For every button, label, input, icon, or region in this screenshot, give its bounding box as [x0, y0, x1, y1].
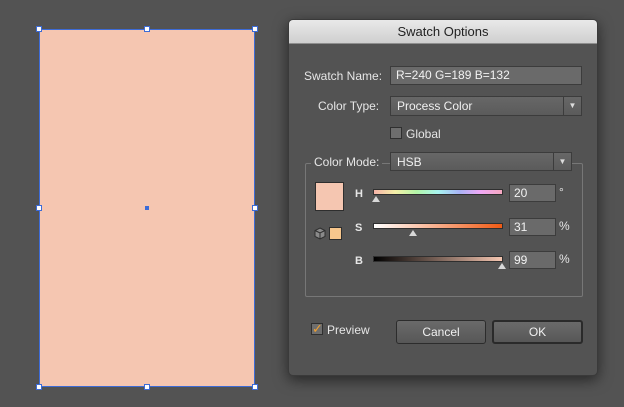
hue-slider-thumb[interactable] — [371, 196, 380, 202]
resize-handle-bottom-center[interactable] — [144, 384, 150, 390]
resize-handle-top-right[interactable] — [252, 26, 258, 32]
chevron-down-icon: ▼ — [553, 153, 571, 170]
global-checkbox[interactable] — [390, 127, 402, 139]
hue-slider-track[interactable] — [373, 189, 503, 195]
color-type-value: Process Color — [397, 99, 473, 113]
hue-unit: ° — [559, 185, 564, 199]
color-type-dropdown[interactable]: Process Color ▼ — [390, 96, 582, 116]
saturation-slider-track[interactable] — [373, 223, 503, 229]
color-mode-value: HSB — [397, 155, 422, 169]
dialog-title: Swatch Options — [289, 20, 597, 44]
saturation-slider-thumb[interactable] — [409, 230, 418, 236]
resize-handle-bottom-left[interactable] — [36, 384, 42, 390]
saturation-unit: % — [559, 219, 570, 233]
cancel-button[interactable]: Cancel — [396, 320, 486, 344]
checkmark-icon: ✓ — [312, 321, 323, 336]
shape-center-point — [145, 206, 149, 210]
swatch-options-dialog: Swatch Options Swatch Name: R=240 G=189 … — [288, 19, 598, 376]
brightness-slider-track[interactable] — [373, 256, 503, 262]
resize-handle-top-left[interactable] — [36, 26, 42, 32]
brightness-channel-label: B — [355, 255, 363, 267]
chevron-down-icon: ▼ — [563, 97, 581, 115]
brightness-slider-thumb[interactable] — [497, 263, 506, 269]
brightness-value-input[interactable]: 99 — [509, 251, 556, 269]
swatch-name-label: Swatch Name: — [304, 69, 383, 83]
preview-checkbox[interactable]: ✓ — [311, 321, 323, 336]
ok-button[interactable]: OK — [492, 320, 583, 344]
saturation-value-input[interactable]: 31 — [509, 218, 556, 236]
preview-label: Preview — [327, 323, 370, 337]
resize-handle-middle-right[interactable] — [252, 205, 258, 211]
color-mode-dropdown[interactable]: HSB ▼ — [390, 152, 572, 171]
resize-handle-bottom-right[interactable] — [252, 384, 258, 390]
saturation-channel-label: S — [355, 222, 363, 234]
color-preview-swatch — [315, 182, 344, 211]
resize-handle-middle-left[interactable] — [36, 205, 42, 211]
out-of-gamut-cube-icon[interactable] — [314, 227, 326, 240]
color-type-label: Color Type: — [318, 99, 380, 113]
hue-value-input[interactable]: 20 — [509, 184, 556, 202]
color-mode-label: Color Mode: — [311, 155, 383, 169]
global-label: Global — [406, 127, 441, 141]
gamut-corrected-swatch[interactable] — [329, 227, 342, 240]
brightness-unit: % — [559, 252, 570, 266]
swatch-name-input[interactable]: R=240 G=189 B=132 — [390, 66, 582, 85]
resize-handle-top-center[interactable] — [144, 26, 150, 32]
hue-channel-label: H — [355, 188, 363, 200]
